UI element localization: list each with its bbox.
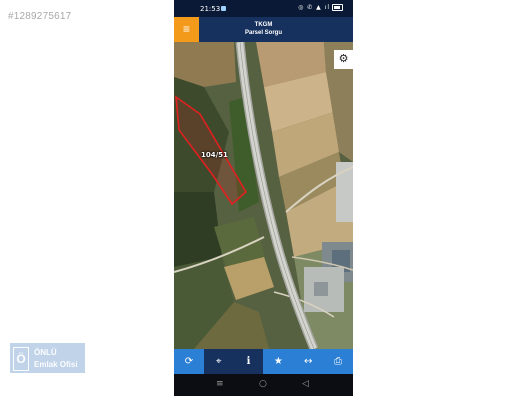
notification-icon	[221, 6, 226, 11]
agency-logo: Ö	[13, 347, 29, 371]
app-title: TKGM	[254, 22, 273, 28]
status-bar: 21:53 ◎ ✆ ▲ ıl	[174, 0, 353, 17]
recent-apps-button[interactable]: ≡	[216, 379, 224, 389]
locate-icon: ⌖	[215, 356, 222, 367]
map-imagery	[174, 42, 353, 349]
status-icons: ◎ ✆ ▲ ıl	[298, 4, 343, 11]
gear-icon: ⚙	[338, 53, 349, 65]
home-button[interactable]: ○	[259, 379, 267, 389]
info-button[interactable]: i	[233, 349, 264, 374]
listing-id: #1289275617	[8, 11, 72, 22]
agency-name: ÖNLÜ	[34, 348, 57, 357]
back-button[interactable]: ◁	[302, 379, 309, 389]
refresh-button[interactable]: ⟳	[174, 349, 204, 374]
print-button[interactable]: ⎙	[323, 349, 353, 374]
locate-button[interactable]: ⌖	[203, 349, 234, 374]
battery-icon	[332, 4, 343, 11]
app-subtitle: Parsel Sorgu	[244, 30, 282, 36]
measure-button[interactable]: ↔	[293, 349, 323, 374]
print-icon: ⎙	[334, 356, 343, 367]
refresh-icon: ⟳	[184, 356, 194, 367]
app-header: ≡ TKGM Parsel Sorgu	[174, 17, 353, 42]
phone-screenshot: 21:53 ◎ ✆ ▲ ıl ≡ TKGM Parsel Sorgu 104/5…	[174, 0, 353, 396]
status-time: 21:53	[200, 5, 221, 13]
info-icon: i	[246, 356, 251, 367]
satellite-map[interactable]: 104/51	[174, 42, 353, 349]
star-icon: ★	[273, 356, 283, 367]
agency-subtitle: Emlak Ofisi	[34, 360, 78, 369]
parcel-label: 104/51	[201, 151, 228, 159]
agency-watermark: Ö ÖNLÜ Emlak Ofisi	[10, 343, 85, 373]
bottom-toolbar: ⟳ ⌖ i ★ ↔ ⎙	[174, 349, 353, 374]
signal-icons: ◎ ✆ ▲ ıl	[298, 4, 330, 11]
system-nav-bar: ≡ ○ ◁	[174, 374, 353, 396]
favorite-button[interactable]: ★	[263, 349, 293, 374]
measure-icon: ↔	[304, 356, 313, 367]
settings-button[interactable]: ⚙	[334, 50, 353, 69]
